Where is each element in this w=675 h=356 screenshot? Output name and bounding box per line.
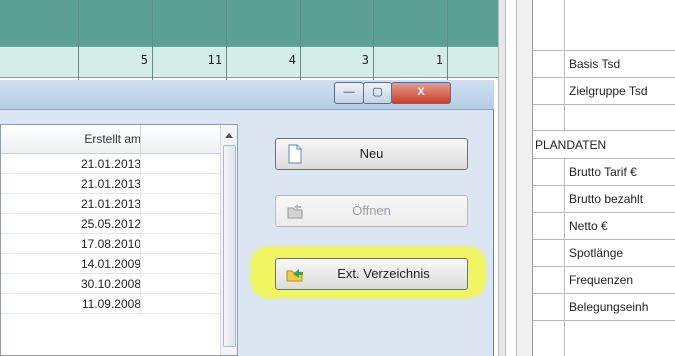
close-icon: X bbox=[417, 86, 425, 98]
open-button-label: Öffnen bbox=[352, 203, 391, 218]
grid-top-spacer bbox=[533, 0, 675, 51]
list-scrollbar[interactable] bbox=[220, 125, 237, 355]
grid-row-label: Zielgruppe Tsd bbox=[569, 84, 648, 98]
maximize-icon: ▢ bbox=[372, 86, 383, 98]
list-item-date: 21.01.2013 bbox=[80, 197, 141, 211]
sheet-column-divider bbox=[447, 0, 448, 80]
scroll-up-arrow-icon[interactable] bbox=[225, 133, 233, 138]
minimize-icon: — bbox=[343, 86, 355, 98]
grid-section-header[interactable]: PLANDATEN bbox=[533, 130, 675, 159]
sheet-cell-value[interactable]: 5 bbox=[78, 53, 148, 67]
sheet-column-divider bbox=[226, 0, 227, 80]
grid-row[interactable] bbox=[533, 104, 675, 131]
grid-row-label: Belegungseinh bbox=[569, 300, 649, 314]
grid-section-label: PLANDATEN bbox=[535, 138, 607, 152]
list-item-date: 17.08.2010 bbox=[80, 237, 141, 251]
list-item[interactable]: 21.01.2013 bbox=[1, 154, 223, 174]
cell-divider bbox=[140, 254, 141, 273]
grid-row[interactable]: Frequenzen bbox=[533, 266, 675, 294]
list-item[interactable]: 17.08.2010 bbox=[1, 234, 223, 254]
grid-row-label: Frequenzen bbox=[569, 273, 634, 287]
list-item-date: 30.10.2008 bbox=[80, 277, 141, 291]
grid-row[interactable]: Zielgruppe Tsd bbox=[533, 77, 675, 105]
external-directory-button[interactable]: Ext. Verzeichnis bbox=[275, 258, 468, 290]
grid-row-label: Spotlänge bbox=[569, 246, 624, 260]
list-item[interactable]: 25.05.2012 bbox=[1, 214, 223, 234]
list-item[interactable]: 30.10.2008 bbox=[1, 274, 223, 294]
grid-indent-cell bbox=[533, 185, 565, 212]
external-directory-button-label: Ext. Verzeichnis bbox=[337, 266, 430, 281]
open-button[interactable]: Öffnen bbox=[275, 195, 468, 227]
sheet-column-divider bbox=[78, 0, 79, 80]
close-button[interactable]: X bbox=[391, 82, 451, 104]
grid-row-label: Netto € bbox=[569, 219, 608, 233]
grid-indent-cell bbox=[533, 320, 565, 356]
grid-indent-cell bbox=[533, 212, 565, 239]
grid-indent-cell bbox=[533, 0, 565, 50]
sheet-column-divider bbox=[152, 0, 153, 80]
grid-row-label: Brutto Tarif € bbox=[569, 165, 637, 179]
grid-indent-cell bbox=[533, 50, 565, 77]
list-column-header[interactable]: Erstellt am bbox=[1, 125, 223, 154]
file-list[interactable]: Erstellt am 21.01.2013 21.01.2013 21.01.… bbox=[0, 124, 238, 356]
minimize-button[interactable]: — bbox=[334, 82, 364, 104]
grid-indent-cell bbox=[533, 266, 565, 293]
cell-divider bbox=[140, 234, 141, 253]
splitter[interactable] bbox=[498, 0, 506, 356]
grid-row[interactable]: Belegungseinh bbox=[533, 293, 675, 321]
sheet-cell-value[interactable]: 3 bbox=[300, 53, 369, 67]
cell-divider bbox=[140, 214, 141, 233]
column-header-created[interactable]: Erstellt am bbox=[84, 132, 141, 146]
grid-row[interactable]: Basis Tsd bbox=[533, 50, 675, 78]
list-item-date: 21.01.2013 bbox=[80, 177, 141, 191]
properties-grid: Basis Tsd Zielgruppe Tsd PLANDATEN Brutt… bbox=[532, 0, 675, 356]
sheet-column-divider bbox=[300, 0, 301, 80]
sheet-cell-value[interactable]: 1 bbox=[373, 53, 443, 67]
grid-indent-cell bbox=[533, 104, 565, 130]
cell-divider bbox=[140, 274, 141, 293]
cell-divider bbox=[140, 294, 141, 313]
list-rows: 21.01.2013 21.01.2013 21.01.2013 25.05.2… bbox=[1, 154, 223, 314]
list-item-date: 21.01.2013 bbox=[80, 157, 141, 171]
list-item-date: 25.05.2012 bbox=[80, 217, 141, 231]
sheet-cell-value[interactable]: 4 bbox=[226, 53, 296, 67]
column-divider[interactable] bbox=[140, 125, 141, 153]
cell-divider bbox=[140, 194, 141, 213]
grid-indent-cell bbox=[533, 293, 565, 320]
grid-row[interactable]: Brutto bezahlt bbox=[533, 185, 675, 213]
window-controls: — ▢ X bbox=[330, 82, 480, 104]
scrollbar-thumb[interactable] bbox=[223, 145, 236, 347]
cell-divider bbox=[140, 174, 141, 193]
grid-indent-cell bbox=[533, 77, 565, 104]
list-item[interactable]: 21.01.2013 bbox=[1, 194, 223, 214]
grid-row[interactable]: Brutto Tarif € bbox=[533, 158, 675, 186]
sheet-header-band bbox=[0, 0, 500, 46]
grid-row-label: Brutto bezahlt bbox=[569, 192, 644, 206]
maximize-button[interactable]: ▢ bbox=[363, 82, 392, 104]
new-button-label: Neu bbox=[359, 146, 384, 161]
grid-row[interactable]: Spotlänge bbox=[533, 239, 675, 267]
list-item-date: 11.09.2008 bbox=[81, 297, 141, 311]
list-item[interactable]: 14.01.2009 bbox=[1, 254, 223, 274]
sheet-cell-value[interactable]: 11 bbox=[152, 53, 222, 67]
list-item[interactable]: 21.01.2013 bbox=[1, 174, 223, 194]
grid-indent-cell bbox=[533, 239, 565, 266]
splitter-track bbox=[516, 0, 532, 356]
sheet-column-divider bbox=[373, 0, 374, 80]
list-item-date: 14.01.2009 bbox=[80, 257, 141, 271]
new-button[interactable]: Neu bbox=[275, 138, 468, 170]
grid-row[interactable] bbox=[533, 320, 675, 356]
grid-row-label: Basis Tsd bbox=[569, 57, 621, 71]
grid-row[interactable]: Netto € bbox=[533, 212, 675, 240]
cell-divider bbox=[140, 154, 141, 173]
grid-indent-cell bbox=[533, 158, 565, 185]
list-item[interactable]: 11.09.2008 bbox=[1, 294, 223, 314]
